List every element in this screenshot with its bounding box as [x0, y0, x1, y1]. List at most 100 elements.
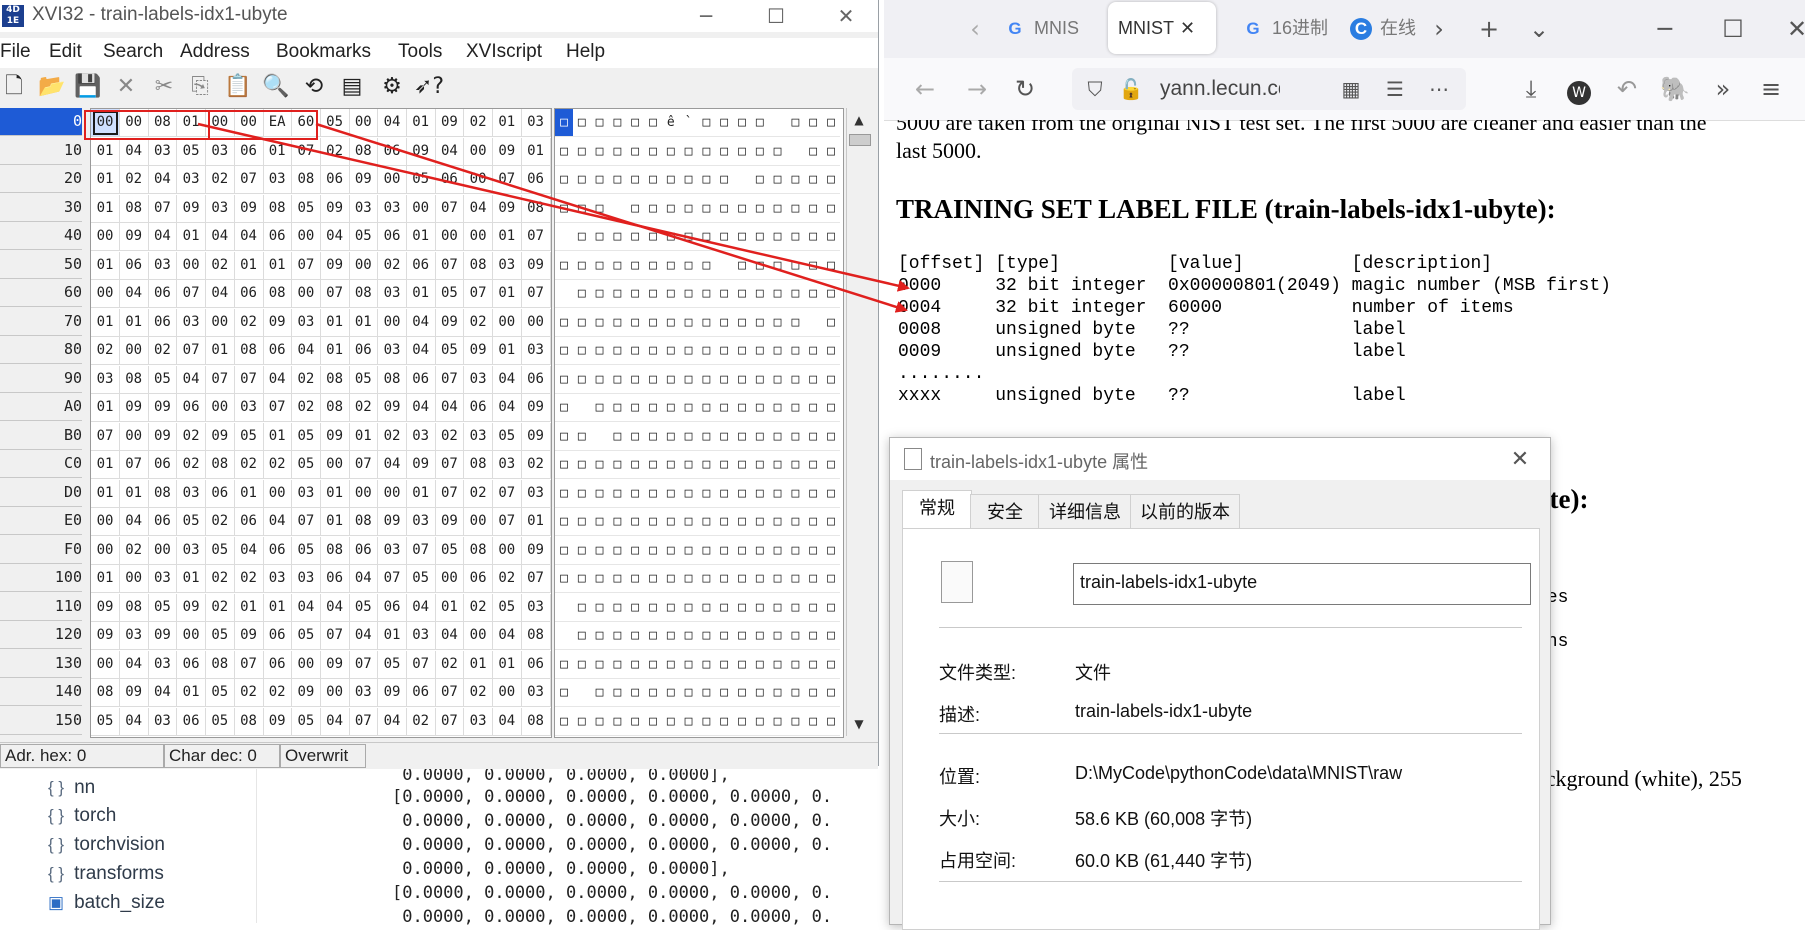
char-cell[interactable]: □ [555, 679, 573, 707]
char-cell[interactable]: □ [715, 651, 734, 679]
hex-byte-cell[interactable]: 09 [234, 194, 264, 223]
hex-byte-cell[interactable]: 07 [205, 365, 235, 394]
char-cell[interactable]: □ [555, 252, 573, 280]
hex-byte-cell[interactable]: 05 [148, 365, 178, 394]
insecure-lock-icon[interactable]: 🔓 [1114, 72, 1148, 106]
char-cell[interactable]: □ [608, 537, 627, 565]
char-cell[interactable]: □ [768, 366, 787, 394]
close-icon[interactable]: ✕ [1780, 12, 1805, 46]
char-cell[interactable]: □ [644, 508, 662, 536]
char-cell[interactable]: □ [715, 394, 734, 422]
char-cell[interactable]: □ [804, 594, 823, 622]
char-cell[interactable]: □ [786, 480, 805, 508]
char-cell[interactable]: □ [679, 423, 698, 451]
char-cell[interactable]: □ [661, 223, 680, 251]
char-cell[interactable]: □ [733, 223, 751, 251]
hex-byte-cell[interactable]: 09 [177, 194, 207, 223]
char-cell[interactable]: □ [608, 423, 627, 451]
char-cell[interactable]: □ [750, 451, 769, 479]
char-cell[interactable]: □ [822, 480, 840, 508]
char-cell[interactable]: □ [804, 195, 823, 223]
hex-byte-cell[interactable]: 07 [291, 137, 321, 166]
char-cell[interactable]: □ [661, 679, 680, 707]
find-icon[interactable]: 🔍 [262, 73, 290, 101]
menu-address[interactable]: Address [180, 41, 250, 63]
char-cell[interactable]: □ [661, 565, 680, 593]
char-cell[interactable]: □ [768, 537, 787, 565]
help-pointer-icon[interactable]: ➶? [414, 73, 444, 101]
hex-byte-cell[interactable]: 03 [378, 337, 407, 365]
hex-byte-cell[interactable]: 07 [349, 650, 379, 679]
hex-byte-cell[interactable]: 08 [320, 365, 350, 394]
char-cell[interactable] [715, 252, 734, 280]
replace-icon[interactable]: ⟲ [300, 73, 328, 101]
hex-byte-cell[interactable]: 06 [234, 280, 264, 308]
hex-byte-cell[interactable]: 02 [378, 251, 407, 280]
char-cell[interactable]: □ [750, 394, 769, 422]
char-cell[interactable]: □ [679, 651, 698, 679]
hex-byte-cell[interactable]: 00 [492, 308, 522, 337]
char-cell[interactable]: □ [733, 366, 751, 394]
close-icon[interactable]: ✕ [826, 2, 866, 30]
hex-byte-cell[interactable]: 05 [177, 137, 207, 166]
char-cell[interactable]: □ [555, 195, 573, 223]
char-cell[interactable]: □ [804, 166, 823, 194]
reader-view-icon[interactable]: ☰ [1378, 72, 1412, 106]
char-cell[interactable]: □ [626, 708, 645, 736]
char-cell[interactable]: □ [590, 109, 609, 137]
char-cell[interactable]: □ [608, 138, 627, 166]
back-icon[interactable]: ← [908, 72, 942, 106]
char-cell[interactable]: □ [786, 394, 805, 422]
char-cell[interactable]: □ [679, 451, 698, 479]
char-cell[interactable]: □ [786, 565, 805, 593]
hex-byte-cell[interactable]: 01 [406, 479, 436, 508]
char-cell[interactable]: □ [572, 309, 591, 337]
char-cell[interactable]: □ [572, 423, 591, 451]
hex-byte-cell[interactable]: 01 [263, 422, 293, 451]
char-cell[interactable]: □ [697, 594, 716, 622]
char-cell[interactable]: □ [750, 309, 769, 337]
char-cell[interactable]: □ [733, 280, 751, 308]
char-cell[interactable]: □ [768, 394, 787, 422]
hex-byte-cell[interactable]: 05 [435, 536, 465, 565]
char-cell[interactable]: □ [644, 195, 662, 223]
char-cell[interactable]: □ [697, 708, 716, 736]
char-cell[interactable]: □ [715, 195, 734, 223]
char-cell[interactable]: □ [608, 622, 627, 650]
hex-byte-cell[interactable]: 08 [464, 451, 494, 479]
hex-byte-cell[interactable]: 08 [148, 479, 178, 508]
char-cell[interactable]: □ [715, 622, 734, 650]
save-icon[interactable]: 💾 [74, 73, 102, 101]
hex-byte-cell[interactable]: 01 [234, 251, 264, 280]
char-cell[interactable]: □ [608, 451, 627, 479]
char-cell[interactable]: □ [626, 394, 645, 422]
ide-var-transforms[interactable]: { } transforms [48, 863, 164, 885]
hex-byte-cell[interactable]: 05 [492, 593, 522, 622]
char-cell[interactable]: □ [822, 166, 840, 194]
char-cell[interactable]: □ [644, 423, 662, 451]
evernote-icon[interactable]: 🐘 [1658, 72, 1692, 106]
char-cell[interactable]: □ [572, 622, 591, 650]
char-cell[interactable]: □ [697, 565, 716, 593]
char-cell[interactable]: □ [679, 280, 698, 308]
tab-general[interactable]: 常规 [902, 490, 972, 531]
hex-byte-cell[interactable]: 04 [205, 223, 235, 251]
hex-byte-cell[interactable]: 03 [177, 308, 207, 337]
hex-byte-cell[interactable]: 00 [406, 194, 436, 223]
hex-byte-cell[interactable]: 03 [148, 137, 178, 166]
char-cell[interactable]: □ [572, 708, 591, 736]
char-cell[interactable] [555, 280, 573, 308]
hex-byte-cell[interactable]: 04 [435, 137, 465, 166]
char-cell[interactable]: □ [661, 508, 680, 536]
hex-byte-cell[interactable]: 09 [119, 223, 149, 251]
hex-byte-cell[interactable]: 07 [406, 536, 436, 565]
char-cell[interactable]: □ [572, 223, 591, 251]
char-cell[interactable]: □ [679, 138, 698, 166]
hex-byte-cell[interactable]: 00 [205, 109, 235, 137]
hex-byte-cell[interactable]: 08 [320, 394, 350, 422]
char-cell[interactable] [555, 223, 573, 251]
hex-byte-cell[interactable]: 04 [148, 223, 178, 251]
char-cell[interactable]: □ [733, 508, 751, 536]
hex-byte-cell[interactable]: 06 [263, 337, 293, 365]
hex-byte-cell[interactable]: 01 [177, 565, 207, 593]
